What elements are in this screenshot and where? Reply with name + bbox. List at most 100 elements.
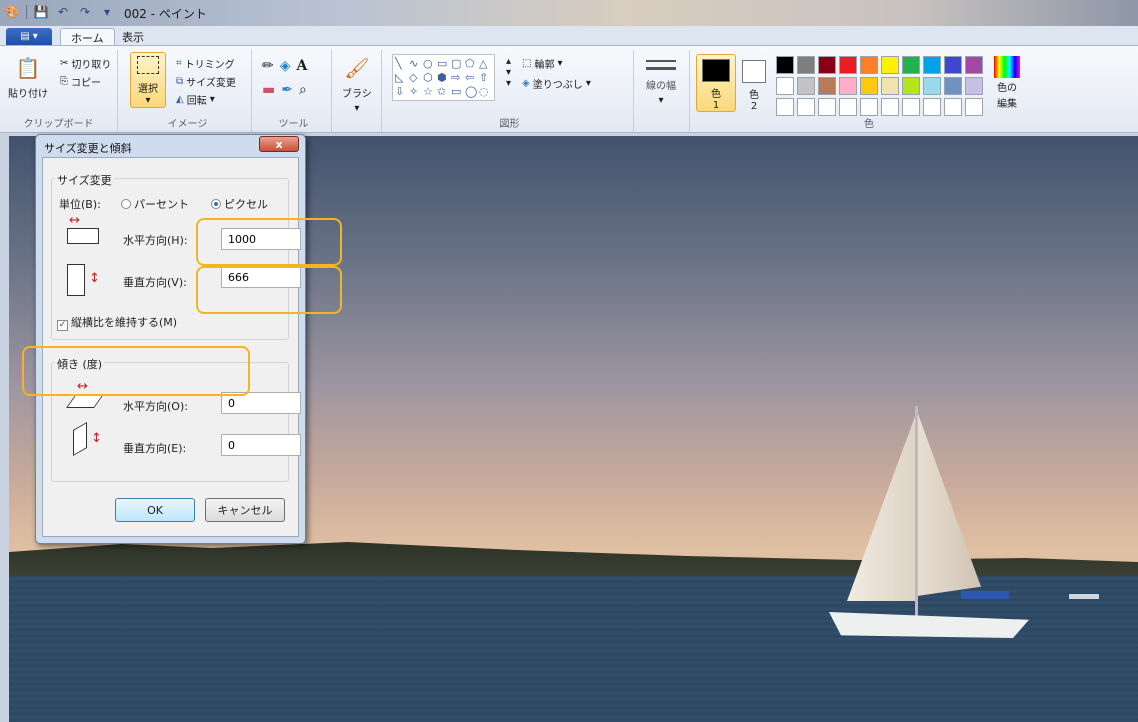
color-swatch[interactable] <box>797 56 815 74</box>
color-picker-icon[interactable]: ✒ <box>281 82 293 98</box>
color-swatch[interactable] <box>818 98 836 116</box>
color-swatch[interactable] <box>776 98 794 116</box>
select-button[interactable]: 選択 ▾ <box>130 52 166 108</box>
color-swatch[interactable] <box>902 77 920 95</box>
redo-icon[interactable]: ↷ <box>77 4 93 20</box>
cancel-button[interactable]: キャンセル <box>205 498 285 522</box>
brush-group: 🖌 ブラシ ▾ <box>336 50 382 132</box>
horizontal-label: 水平方向(H): <box>123 234 188 247</box>
color-swatch[interactable] <box>965 98 983 116</box>
chevron-up-icon: ▴ <box>506 56 512 67</box>
brush-button[interactable]: 🖌 ブラシ ▾ <box>342 54 372 114</box>
copy-label: コピー <box>71 78 101 89</box>
color-swatch[interactable] <box>944 98 962 116</box>
color-swatch[interactable] <box>797 98 815 116</box>
chevron-down-icon: ▾ <box>557 58 563 69</box>
color-swatch[interactable] <box>860 77 878 95</box>
group-label: 色 <box>864 119 874 130</box>
vertical-arrow-icon: ↕ <box>89 271 100 286</box>
outline-icon: ⬚ <box>522 58 532 69</box>
unit-label: 単位(B): <box>59 198 101 211</box>
color-swatch[interactable] <box>881 56 899 74</box>
tools-row-1: ✏ ◈ A <box>262 58 307 74</box>
eraser-icon[interactable]: ▬ <box>262 82 275 98</box>
divider <box>26 5 27 19</box>
vertical-resize-icon <box>67 264 85 296</box>
text-icon[interactable]: A <box>297 58 308 74</box>
color-swatch[interactable] <box>839 56 857 74</box>
close-button[interactable]: x <box>259 136 299 152</box>
color-swatch[interactable] <box>860 56 878 74</box>
color-swatch[interactable] <box>839 77 857 95</box>
clipboard-icon: 📋 <box>15 56 41 80</box>
chevron-down-icon: ▾ <box>32 31 38 42</box>
crop-icon: ⌗ <box>176 58 182 69</box>
percent-radio[interactable]: パーセント <box>121 196 189 212</box>
resize-legend: サイズ変更 <box>55 172 114 188</box>
tab-home[interactable]: ホーム <box>60 28 115 46</box>
color-swatch[interactable] <box>944 77 962 95</box>
color-swatch[interactable] <box>923 98 941 116</box>
shape-gallery[interactable]: ╲ ∿ ○ ▭ ▢ ⬠ △ ◺ ◇ ⬡ ⬢ ⇨ ⇦ ⇧ ⇩ ✧ ☆ ✩ ▭ ◯ ◌ <box>392 54 495 101</box>
color-swatch[interactable] <box>776 77 794 95</box>
color-swatch[interactable] <box>965 56 983 74</box>
copy-button[interactable]: ⎘ コピー <box>60 74 101 89</box>
shapes-group: ╲ ∿ ○ ▭ ▢ ⬠ △ ◺ ◇ ⬡ ⬢ ⇨ ⇦ ⇧ ⇩ ✧ ☆ ✩ ▭ ◯ ◌ ▴ ▾ ▾ ⬚ 輪郭 ▾ ◈ 塗りつぶし ▾… <box>386 50 634 132</box>
customize-dropdown-icon[interactable]: ▾ <box>99 4 115 20</box>
file-menu-button[interactable]: ▤ ▾ <box>6 28 52 45</box>
tools-group: ✏ ◈ A ▬ ✒ ⌕ ツール <box>256 50 332 132</box>
line-width-button[interactable]: 線の幅 ▾ <box>646 56 676 106</box>
color-swatch[interactable] <box>797 77 815 95</box>
color-palette <box>776 56 983 116</box>
gallery-scroll[interactable]: ▴ ▾ ▾ <box>506 56 511 89</box>
color-swatch[interactable] <box>818 56 836 74</box>
color2-button[interactable]: 色 2 <box>734 54 774 112</box>
checkmark-icon: ✓ <box>57 320 68 331</box>
fill-icon: ◈ <box>522 78 530 89</box>
color-swatch[interactable] <box>902 98 920 116</box>
sailboat-mast <box>915 406 918 616</box>
paint-app-icon[interactable]: 🎨 <box>4 4 20 20</box>
color1-button[interactable]: 色 1 <box>696 54 736 112</box>
radio-selected-icon <box>211 199 221 209</box>
color-swatch[interactable] <box>818 77 836 95</box>
rotate-button[interactable]: ◭ 回転 ▾ <box>176 92 215 107</box>
keep-aspect-checkbox[interactable]: ✓ 縦横比を維持する(M) <box>57 314 177 331</box>
color-swatch[interactable] <box>923 77 941 95</box>
save-icon[interactable]: 💾 <box>33 4 49 20</box>
paste-button[interactable]: 📋 貼り付け <box>8 54 48 100</box>
color-swatch[interactable] <box>902 56 920 74</box>
resize-button[interactable]: ⧉ サイズ変更 <box>176 74 236 89</box>
group-label: イメージ <box>167 119 208 130</box>
magnifier-icon[interactable]: ⌕ <box>299 82 307 98</box>
undo-icon[interactable]: ↶ <box>55 4 71 20</box>
ok-button[interactable]: OK <box>115 498 195 522</box>
fill-bucket-icon[interactable]: ◈ <box>280 58 291 74</box>
color-swatch[interactable] <box>965 77 983 95</box>
color-swatch[interactable] <box>839 98 857 116</box>
color-swatch[interactable] <box>944 56 962 74</box>
tools-row-2: ▬ ✒ ⌕ <box>262 82 307 98</box>
pencil-icon[interactable]: ✏ <box>262 58 274 74</box>
tab-view[interactable]: 表示 <box>112 28 154 46</box>
crop-button[interactable]: ⌗ トリミング <box>176 56 235 71</box>
skew-vertical-input[interactable] <box>221 434 301 456</box>
cut-button[interactable]: ✂ 切り取り <box>60 56 111 71</box>
quick-access-toolbar: 🎨 💾 ↶ ↷ ▾ <box>4 4 115 20</box>
color-swatch[interactable] <box>923 56 941 74</box>
rotate-icon: ◭ <box>176 94 184 105</box>
color-swatch[interactable] <box>776 56 794 74</box>
fill-button[interactable]: ◈ 塗りつぶし ▾ <box>522 76 591 91</box>
color-swatch[interactable] <box>860 98 878 116</box>
color-swatch[interactable] <box>881 77 899 95</box>
vertical-label: 垂直方向(V): <box>123 276 187 289</box>
edit-colors-button[interactable]: 色の 編集 <box>994 56 1020 110</box>
pixel-radio[interactable]: ピクセル <box>211 196 268 212</box>
resize-skew-dialog: サイズ変更と傾斜 x サイズ変更 単位(B): パーセント ピクセル ↔ 水平方… <box>35 134 306 544</box>
brush-label: ブラシ <box>342 89 372 100</box>
outline-button[interactable]: ⬚ 輪郭 ▾ <box>522 56 562 71</box>
highlight-vertical-field <box>196 266 342 314</box>
fill-label: 塗りつぶし <box>532 80 583 91</box>
horizontal-resize-icon <box>67 228 99 244</box>
color-swatch[interactable] <box>881 98 899 116</box>
